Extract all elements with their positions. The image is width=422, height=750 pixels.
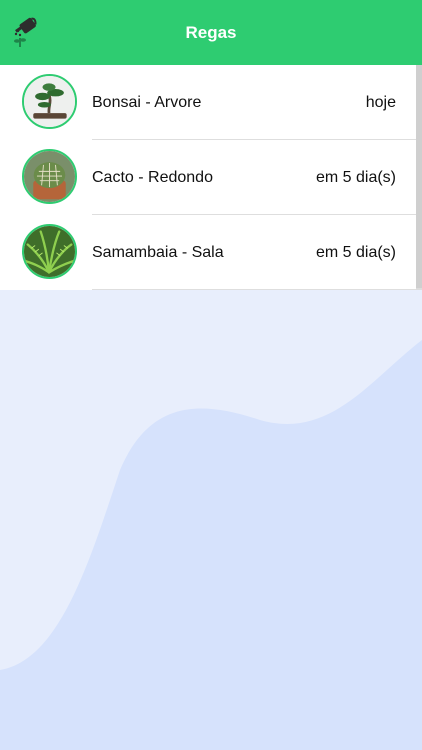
plant-name: Cacto - Redondo [92,168,213,186]
watering-due: em 5 dia(s) [315,168,396,186]
watering-can-icon[interactable] [12,14,42,50]
watering-due: em 5 dia(s) [315,243,396,261]
list-scrollbar[interactable] [416,65,422,288]
fern-photo [22,224,77,279]
plant-name: Samambaia - Sala [92,243,224,261]
watering-due: hoje [365,93,396,111]
list-item[interactable]: Cacto - Redondo em 5 dia(s) [0,140,416,215]
page-title: Regas [185,22,237,42]
plant-name: Bonsai - Arvore [92,93,202,111]
list-item[interactable]: Samambaia - Sala em 5 dia(s) [0,215,416,290]
navigation-bar: Regas [0,0,422,65]
bonsai-photo [22,74,77,129]
cactus-photo [22,149,77,204]
list-item[interactable]: Bonsai - Arvore hoje [0,65,416,140]
plant-list: Bonsai - Arvore hoje Cacto - Redondo em … [0,65,422,290]
